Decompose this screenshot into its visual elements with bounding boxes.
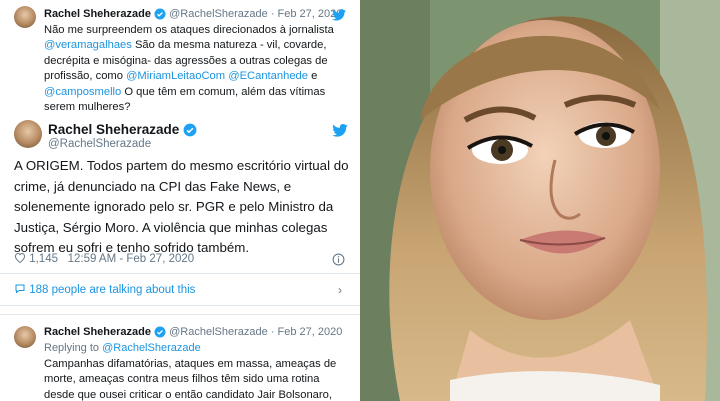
author-name-row: Rachel Sheherazade [48,122,197,137]
author-name[interactable]: Rachel Sheherazade [44,326,151,338]
mention-link[interactable]: @veramagalhaes [44,39,132,51]
tweet-text: Não me surpreendem os ataques direcionad… [44,23,344,115]
conversation-link[interactable]: 188 people are talking about this [14,283,195,296]
mention-link[interactable]: @camposmello [44,86,121,98]
author-name[interactable]: Rachel Sheherazade [48,122,179,137]
author-handle[interactable]: @RachelSherazade [169,8,268,20]
divider [0,273,360,274]
tweet-screenshot-panel: Rachel Sheherazade @RachelSherazade · Fe… [0,0,360,401]
info-icon[interactable] [332,253,345,266]
like-count[interactable]: 1,145 [29,253,58,265]
verified-badge-icon [154,326,166,338]
chevron-right-icon[interactable]: › [338,283,342,297]
comment-icon [15,284,25,294]
tweet-text: A ORIGEM. Todos partem do mesmo escritór… [14,158,349,256]
twitter-bird-icon[interactable] [332,124,348,137]
replying-prefix: Replying to [44,342,103,354]
author-handle[interactable]: @RachelSherazade [48,138,151,150]
divider [0,305,360,306]
talking-count[interactable]: 188 people are talking about this [29,284,195,296]
twitter-bird-icon[interactable] [332,9,346,21]
mention-link[interactable]: @MiriamLeitaoCom [126,70,225,82]
heart-icon[interactable] [14,252,26,264]
tweet-timestamp[interactable]: 12:59 AM - Feb 27, 2020 [68,253,195,265]
tweet-date[interactable]: · Feb 27, 2020 [271,326,343,338]
mention-link[interactable]: @ECantanhede [228,70,308,82]
portrait-illustration [360,0,720,401]
verified-badge-icon [154,8,166,20]
author-handle[interactable]: @RachelSherazade [169,326,268,338]
verified-badge-icon [183,124,197,137]
mention-link[interactable]: @RachelSherazade [102,342,201,354]
tweet-text-segment: Não me surpreendem os ataques direcionad… [44,24,334,36]
avatar[interactable] [14,6,36,28]
author-name[interactable]: Rachel Sheherazade [44,8,151,20]
tweet-meta: 1,145 12:59 AM - Feb 27, 2020 [14,252,194,265]
replying-to: Replying to @RachelSherazade [44,342,201,354]
avatar[interactable] [14,120,42,148]
portrait-photo [360,0,720,401]
avatar[interactable] [14,326,36,348]
tweet-text-segment: e [308,70,318,83]
divider [0,314,360,315]
tweet-text: Campanhas difamatórias, ataques em massa… [44,358,337,401]
